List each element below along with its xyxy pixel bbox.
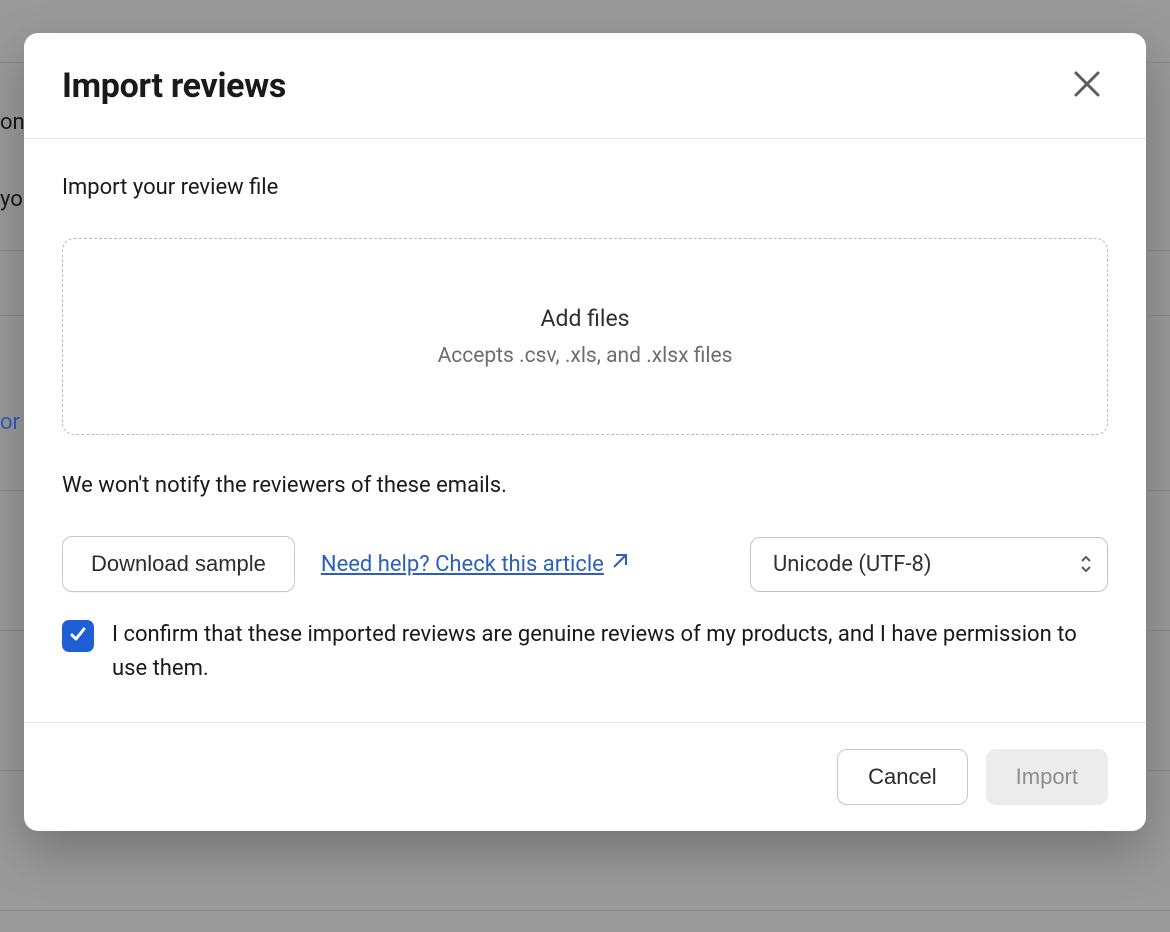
controls-row: Download sample Need help? Check this ar… (62, 536, 1108, 592)
modal-header: Import reviews (24, 33, 1146, 139)
close-icon (1072, 69, 1102, 102)
modal-title: Import reviews (62, 66, 286, 106)
confirm-checkbox[interactable] (62, 620, 94, 652)
import-button[interactable]: Import (986, 749, 1108, 805)
external-link-icon (610, 552, 628, 577)
bg-text: yo (0, 187, 23, 212)
dropzone-title: Add files (83, 305, 1087, 332)
modal-body: Import your review file Add files Accept… (24, 139, 1146, 722)
bg-link-fragment: or (0, 410, 20, 435)
modal-footer: Cancel Import (24, 722, 1146, 831)
download-sample-button[interactable]: Download sample (62, 536, 295, 592)
encoding-select[interactable]: Unicode (UTF-8) (750, 537, 1108, 592)
notice-text: We won't notify the reviewers of these e… (62, 473, 1108, 498)
import-reviews-modal: Import reviews Import your review file A… (24, 33, 1146, 831)
encoding-select-wrapper: Unicode (UTF-8) (750, 537, 1108, 592)
dropzone-subtitle: Accepts .csv, .xls, and .xlsx files (83, 344, 1087, 368)
help-link[interactable]: Need help? Check this article (321, 552, 628, 577)
bg-text: on (0, 110, 25, 135)
confirm-label: I confirm that these imported reviews ar… (112, 618, 1108, 686)
file-dropzone[interactable]: Add files Accepts .csv, .xls, and .xlsx … (62, 238, 1108, 435)
confirm-row: I confirm that these imported reviews ar… (62, 618, 1108, 686)
cancel-button[interactable]: Cancel (837, 749, 967, 805)
section-label: Import your review file (62, 175, 1108, 200)
close-button[interactable] (1066, 63, 1108, 108)
help-link-label: Need help? Check this article (321, 552, 604, 577)
check-icon (69, 625, 87, 647)
